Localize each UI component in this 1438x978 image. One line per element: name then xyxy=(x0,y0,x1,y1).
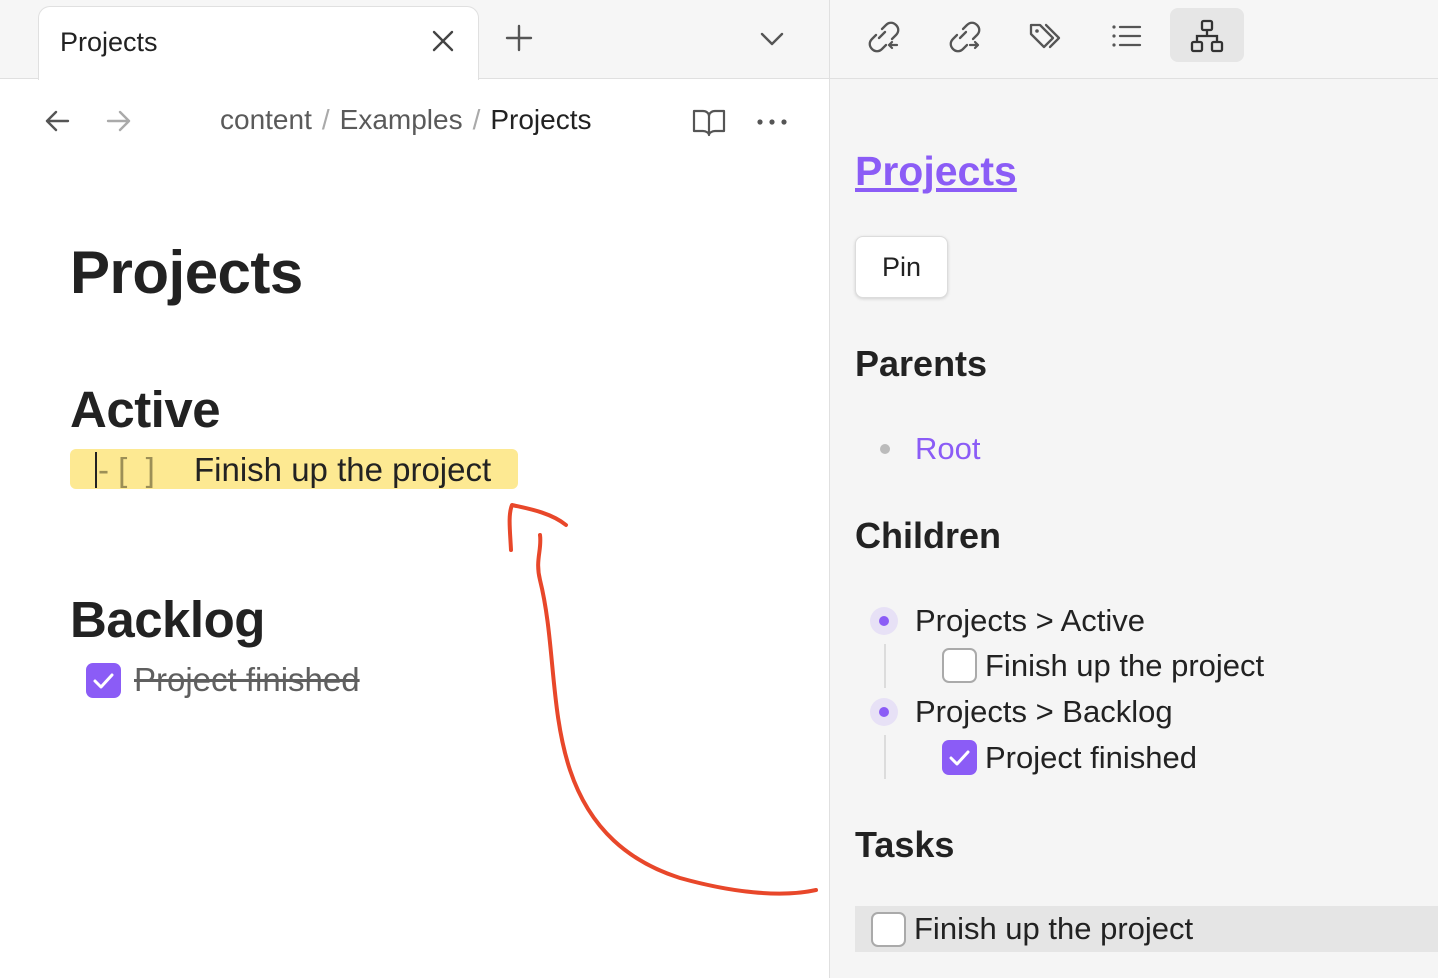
hierarchy-button[interactable] xyxy=(1170,8,1244,62)
pin-button[interactable]: Pin xyxy=(855,236,948,298)
outgoing-links-icon xyxy=(949,21,981,53)
arrow-right-icon[interactable] xyxy=(104,106,134,136)
tasks-heading: Tasks xyxy=(855,824,955,865)
hierarchy-icon xyxy=(1190,19,1224,53)
task-text[interactable]: Project finished xyxy=(134,661,360,699)
task-text[interactable]: Finish up the project xyxy=(914,911,1193,947)
breadcrumb-separator: / xyxy=(472,104,481,135)
task-text[interactable]: Finish up the project xyxy=(194,451,491,489)
child-bullet-icon xyxy=(870,698,898,726)
more-horizontal-icon[interactable] xyxy=(755,107,789,137)
task-markdown-syntax: - [ ] xyxy=(98,451,155,488)
tab-bar: Projects xyxy=(0,0,829,80)
book-open-icon[interactable] xyxy=(691,104,727,140)
sidebar-toolbar xyxy=(830,0,1438,79)
child-task-text[interactable]: Finish up the project xyxy=(985,648,1264,684)
child-task-checkbox[interactable] xyxy=(942,648,977,683)
breadcrumb: content / Examples / Projects xyxy=(220,104,592,136)
tab-title: Projects xyxy=(60,27,158,57)
backlinks-button[interactable] xyxy=(846,8,920,62)
child-bullet-icon xyxy=(870,607,898,635)
parent-link-root[interactable]: Root xyxy=(915,431,980,467)
checkbox-checked[interactable] xyxy=(86,663,121,698)
children-heading: Children xyxy=(855,515,1002,556)
heading-active: Active xyxy=(70,381,221,438)
editor-pane: Projects content / Examples / Projects Proje… xyxy=(0,0,829,978)
arrow-left-icon[interactable] xyxy=(42,106,72,136)
bullet-dot xyxy=(880,444,890,454)
check-icon xyxy=(93,673,114,689)
task-list-item[interactable]: Finish up the project xyxy=(855,906,1438,952)
breadcrumb-current[interactable]: Projects xyxy=(490,104,591,135)
heading-backlog: Backlog xyxy=(70,591,265,648)
outline-icon xyxy=(1112,25,1142,47)
task-line-active[interactable]: - [ ] Finish up the project xyxy=(70,449,518,489)
tree-line xyxy=(884,735,886,779)
navigation-bar: content / Examples / Projects xyxy=(0,80,829,162)
backlinks-icon xyxy=(868,21,900,53)
plus-icon[interactable] xyxy=(503,22,535,54)
tree-line xyxy=(884,644,886,688)
breadcrumb-separator: / xyxy=(321,104,330,135)
parents-heading: Parents xyxy=(855,343,988,384)
breadcrumb-item[interactable]: Examples xyxy=(340,104,463,135)
child-link-active[interactable]: Projects > Active xyxy=(915,603,1145,639)
tags-button[interactable] xyxy=(1008,8,1082,62)
tags-icon xyxy=(1029,23,1061,49)
child-link-backlog[interactable]: Projects > Backlog xyxy=(915,694,1173,730)
check-icon xyxy=(949,750,970,766)
child-task-text[interactable]: Project finished xyxy=(985,740,1197,776)
page-title: Projects xyxy=(70,239,303,306)
sidebar-pane: Projects Pin Parents Root Children Proje… xyxy=(829,0,1438,978)
child-task-checkbox-checked[interactable] xyxy=(942,740,977,775)
annotation-arrow xyxy=(507,503,818,896)
outline-button[interactable] xyxy=(1089,8,1163,62)
task-checkbox[interactable] xyxy=(871,912,906,947)
close-icon[interactable] xyxy=(429,27,457,55)
sidebar-note-title[interactable]: Projects xyxy=(855,148,1017,195)
outgoing-links-button[interactable] xyxy=(927,8,1001,62)
text-cursor xyxy=(95,452,97,488)
tab-projects[interactable]: Projects xyxy=(38,6,479,80)
chevron-down-icon[interactable] xyxy=(757,24,787,54)
breadcrumb-item[interactable]: content xyxy=(220,104,312,135)
